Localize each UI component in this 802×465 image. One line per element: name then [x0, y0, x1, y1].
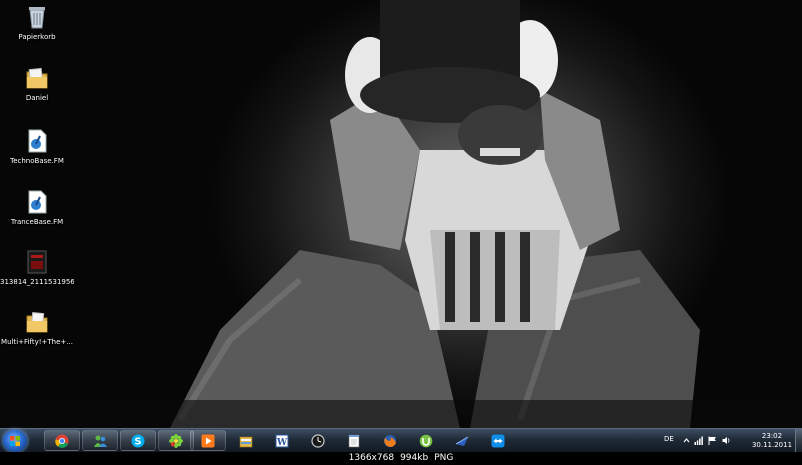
wallpaper-figure — [0, 0, 802, 428]
audio-file-icon — [24, 128, 50, 154]
desktop-icon-label: TechnoBase.FM — [10, 157, 64, 165]
action-center-flag-icon[interactable] — [708, 436, 717, 445]
firefox-icon — [384, 435, 396, 447]
desktop-icon-trancebase[interactable]: TranceBase.FM — [0, 189, 74, 227]
recycle-bin-icon — [24, 4, 50, 30]
desktop-icon-multi-fifty[interactable]: Multi+Fifty!+The+... — [0, 309, 74, 347]
image-info-caption: 1366x768 994kb PNG — [0, 452, 802, 465]
notepad-icon — [348, 434, 360, 448]
explorer-icon — [239, 436, 253, 448]
taskbar: S W DE 23:02 30.11.2011 — [0, 428, 802, 453]
clock-date: 30.11.2011 — [751, 441, 793, 449]
network-signal-icon[interactable] — [694, 436, 703, 445]
desktop-icon-daniel[interactable]: Daniel — [0, 65, 74, 103]
desktop-icon-recycle-bin[interactable]: Papierkorb — [0, 4, 74, 42]
taskbar-teamviewer[interactable] — [480, 430, 516, 451]
desktop-icon-label: 313814_21115319561... — [0, 278, 74, 286]
system-clock[interactable]: 23:02 30.11.2011 — [748, 432, 796, 450]
taskbar-clock-gadget[interactable] — [300, 430, 336, 451]
sharpreader-icon — [455, 436, 469, 446]
word-icon: W — [275, 434, 289, 448]
desktop-icon-technobase[interactable]: TechnoBase.FM — [0, 128, 74, 166]
taskbar-firefox[interactable] — [372, 430, 408, 451]
show-hidden-icons-icon[interactable] — [682, 436, 691, 445]
svg-text:W: W — [276, 438, 288, 448]
svg-text:S: S — [134, 437, 141, 448]
desktop-wallpaper — [0, 0, 802, 428]
taskbar-utorrent[interactable] — [408, 430, 444, 451]
folder-icon — [24, 309, 50, 335]
language-indicator[interactable]: DE — [664, 435, 674, 443]
taskbar-sharpreader[interactable] — [444, 430, 480, 451]
teamviewer-icon — [491, 434, 505, 448]
system-tray: DE 23:02 30.11.2011 — [652, 429, 802, 453]
user-folder-icon — [24, 65, 50, 91]
chrome-icon — [55, 434, 69, 448]
taskbar-skype[interactable]: S — [120, 430, 156, 451]
clock-time: 23:02 — [761, 432, 783, 440]
taskbar-messenger[interactable] — [82, 430, 118, 451]
media-player-icon — [201, 434, 215, 448]
skype-icon: S — [131, 434, 145, 448]
caption-resolution: 1366x768 — [348, 453, 395, 463]
clock-gadget-icon — [311, 434, 325, 448]
desktop-icon-label: Multi+Fifty!+The+... — [1, 338, 73, 346]
taskbar-media-player[interactable] — [190, 430, 226, 451]
audio-file-icon — [24, 189, 50, 215]
taskbar-word[interactable]: W — [264, 430, 300, 451]
taskbar-icq[interactable] — [158, 430, 194, 451]
icq-icon — [169, 434, 183, 448]
start-button[interactable] — [3, 430, 27, 452]
caption-size: 994kb — [400, 453, 429, 463]
caption-format: PNG — [434, 453, 454, 463]
show-desktop-button[interactable] — [795, 429, 802, 453]
taskbar-explorer[interactable] — [228, 430, 264, 451]
desktop-icon-label: Papierkorb — [18, 33, 56, 41]
taskbar-notepad[interactable] — [336, 430, 372, 451]
taskbar-chrome[interactable] — [44, 430, 80, 451]
windows-logo-icon — [10, 436, 20, 446]
desktop-icon-image-file[interactable]: 313814_21115319561... — [0, 249, 74, 287]
image-file-icon — [24, 249, 50, 275]
utorrent-icon — [419, 434, 433, 448]
messenger-icon — [94, 435, 107, 447]
volume-icon[interactable] — [722, 436, 731, 445]
desktop-icon-label: TranceBase.FM — [10, 218, 64, 226]
desktop-icon-label: Daniel — [25, 94, 49, 102]
